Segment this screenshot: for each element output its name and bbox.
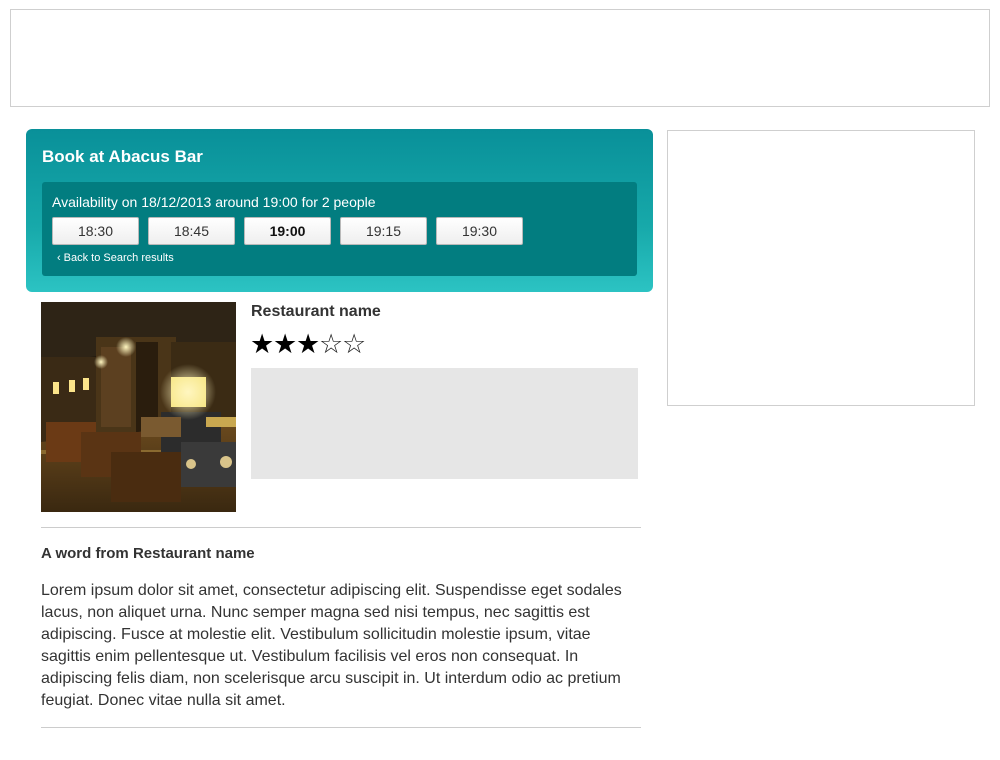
time-slot-1845[interactable]: 18:45 [148,217,235,245]
time-slot-1930[interactable]: 19:30 [436,217,523,245]
chevron-left-icon: ‹ [57,252,61,264]
booking-title: Book at Abacus Bar [42,147,203,166]
restaurant-name: Restaurant name [251,303,381,320]
side-ad-placeholder [667,130,975,406]
time-slot-1915[interactable]: 19:15 [340,217,427,245]
time-slots: 18:30 18:45 19:00 19:15 19:30 [52,217,523,245]
star-empty-icon: ☆ [319,329,344,359]
back-to-search-link[interactable]: ‹ Back to Search results [57,252,174,264]
top-banner-placeholder [10,9,990,107]
booking-panel: Book at Abacus Bar Availability on 18/12… [26,129,653,292]
word-heading: A word from Restaurant name [41,545,255,562]
availability-text: Availability on 18/12/2013 around 19:00 … [52,194,376,210]
restaurant-photo [41,302,236,512]
star-empty-icon: ☆ [342,329,367,359]
content-placeholder [251,368,638,479]
star-filled-icon: ★ [250,329,275,359]
star-filled-icon: ★ [296,329,321,359]
time-slot-1830[interactable]: 18:30 [52,217,139,245]
availability-box: Availability on 18/12/2013 around 19:00 … [42,182,637,276]
star-filled-icon: ★ [273,329,298,359]
divider [41,727,641,728]
back-link-label: Back to Search results [63,252,174,264]
star-rating: ★ ★ ★ ☆ ☆ [250,329,367,359]
time-slot-1900[interactable]: 19:00 [244,217,331,245]
divider [41,527,641,528]
word-body: Lorem ipsum dolor sit amet, consectetur … [41,582,622,709]
